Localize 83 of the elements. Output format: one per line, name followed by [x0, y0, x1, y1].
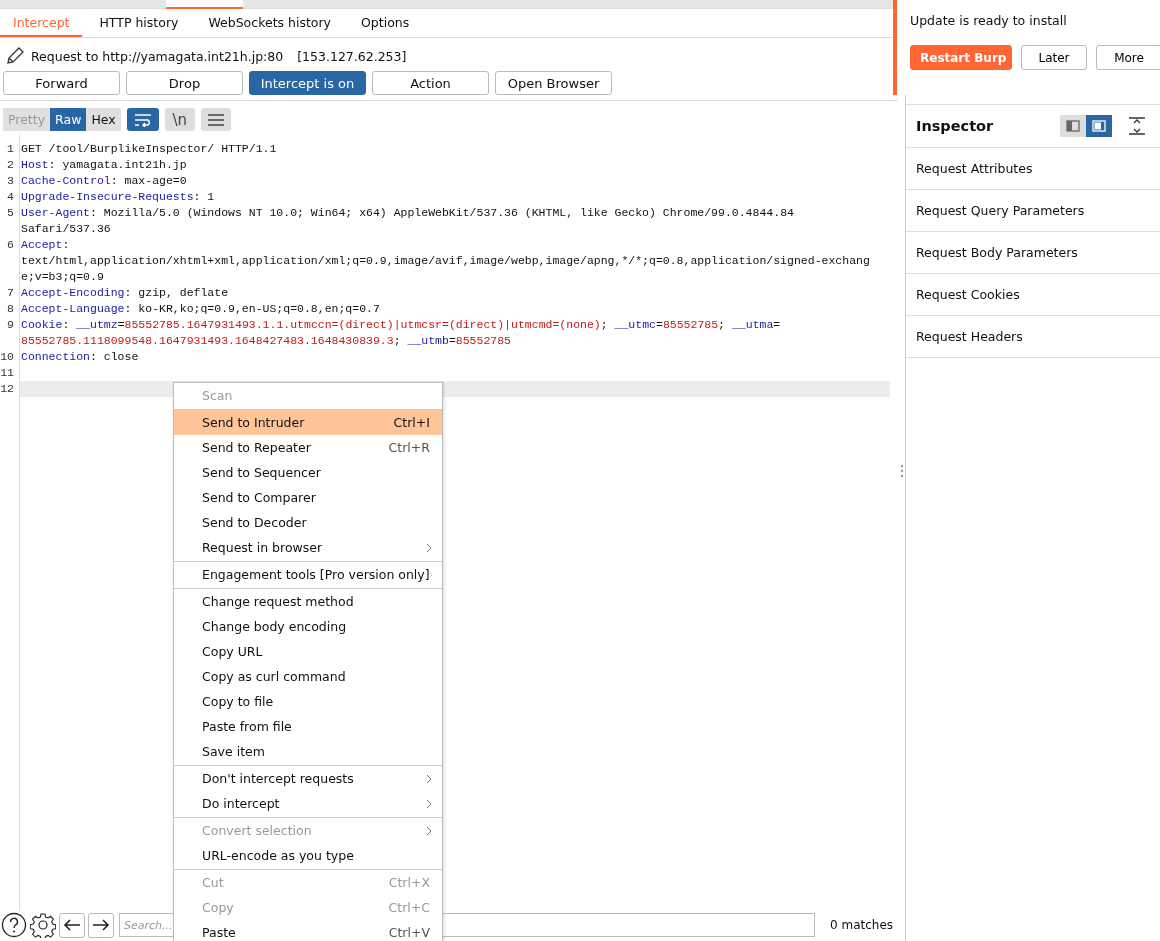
view-tab[interactable]: Raw: [50, 108, 87, 131]
settings-icon[interactable]: [30, 912, 56, 938]
line-number: 12: [0, 381, 15, 397]
notification-message: Update is ready to install: [910, 13, 1068, 28]
arrow-right-icon: [92, 918, 110, 932]
line-number: 7: [6, 285, 15, 301]
notification-button[interactable]: Later: [1021, 45, 1087, 70]
menu-item[interactable]: Send to Sequencer: [174, 460, 442, 485]
inspector-section[interactable]: Request Attributes: [906, 148, 1160, 190]
inspector-title: Inspector: [916, 118, 995, 134]
code-line: User-Agent: Mozilla/5.0 (Windows NT 10.0; Win64; x64) AppleWebKit/537.36 (KHTML, like Gecko) Chrome/99.0.4844.84: [21, 206, 794, 219]
arrow-left-icon: [63, 918, 81, 932]
action-button[interactable]: Forward: [3, 71, 120, 95]
layout-icon: [1092, 120, 1106, 132]
code-line: Upgrade-Insecure-Requests: 1: [21, 190, 215, 203]
menu-item[interactable]: Request in browser: [174, 535, 442, 560]
line-number: 3: [6, 173, 15, 189]
menu-item[interactable]: Save item: [174, 739, 442, 764]
code-line: e;v=b3;q=0.9: [21, 270, 104, 283]
code-line: 85552785.1118099548.1647931493.1648427483.1648430839.3; __utmb=85552785: [21, 334, 512, 347]
menu-item[interactable]: Copy to file: [174, 689, 442, 714]
line-number: 2: [6, 157, 15, 173]
code-line: Connection: close: [21, 350, 139, 363]
inspector-section[interactable]: Request Headers: [906, 316, 1160, 358]
inspector-section[interactable]: Request Query Parameters: [906, 190, 1160, 232]
request-ip: [153.127.62.253]: [297, 48, 407, 64]
inspector-section[interactable]: Request Cookies: [906, 274, 1160, 316]
line-number: 4: [6, 189, 15, 205]
line-number: 8: [6, 301, 15, 317]
wrap-lines-button[interactable]: [126, 108, 159, 131]
line-number: 9: [6, 317, 15, 333]
menu-item[interactable]: Send to Intruder Ctrl+I: [174, 410, 442, 435]
menu-item[interactable]: Send to Repeater Ctrl+R: [174, 435, 442, 460]
request-target: Request to http://yamagata.int21h.jp:80: [31, 48, 284, 64]
menu-item[interactable]: URL-encode as you type: [174, 843, 442, 868]
action-button[interactable]: Drop: [126, 71, 243, 95]
proxy-tab[interactable]: WebSockets history: [195, 9, 344, 37]
layout-icon: [1066, 120, 1080, 132]
menu-item[interactable]: Change request method: [174, 589, 442, 614]
proxy-tab[interactable]: HTTP history: [86, 9, 192, 37]
menu-item[interactable]: Don't intercept requests: [174, 766, 442, 791]
view-tab[interactable]: Hex: [86, 108, 121, 131]
code-line: GET /tool/BurplikeInspector/ HTTP/1.1: [21, 142, 277, 155]
code-line: text/html,application/xhtml+xml,application/xml;q=0.9,image/avif,image/webp,image/apng,*/*;q=0.8,application/signed-exchang: [21, 254, 870, 267]
line-number: 6: [6, 237, 15, 253]
code-line: Accept-Language: ko-KR,ko;q=0.9,en-US;q=0.8,en;q=0.7: [21, 302, 380, 315]
line-number: 11: [0, 365, 15, 381]
newline-toggle[interactable]: \n: [164, 108, 195, 131]
line-number: 1: [6, 141, 15, 157]
match-count: 0 matches: [830, 918, 894, 932]
code-line: Accept:: [21, 238, 70, 251]
line-number: 10: [0, 349, 15, 365]
action-button[interactable]: Intercept is on: [249, 71, 366, 95]
code-line: Safari/537.36: [21, 222, 111, 235]
left-panel-layout-button[interactable]: [1060, 115, 1086, 137]
inspector-section[interactable]: Request Body Parameters: [906, 232, 1160, 274]
help-icon[interactable]: [1, 912, 27, 938]
menu-item[interactable]: Send to Decoder: [174, 510, 442, 535]
menu-item[interactable]: Do intercept: [174, 791, 442, 816]
menu-item[interactable]: Copy URL: [174, 639, 442, 664]
menu-item[interactable]: Send to Comparer: [174, 485, 442, 510]
collapse-icon[interactable]: [1128, 117, 1146, 135]
action-button[interactable]: Open Browser: [495, 71, 612, 95]
right-panel-layout-button[interactable]: [1086, 115, 1112, 137]
code-line: Host: yamagata.int21h.jp: [21, 158, 187, 171]
code-line: Accept-Encoding: gzip, deflate: [21, 286, 229, 299]
code-line: Cookie: __utmz=85552785.1647931493.1.1.utmccn=(direct)|utmcsr=(direct)|utmcmd=(none); __utmc=85552785; __utma=: [21, 318, 781, 331]
action-button[interactable]: Action: [372, 71, 489, 95]
line-number: 5: [6, 205, 15, 221]
menu-item[interactable]: Paste from file: [174, 714, 442, 739]
menu-button[interactable]: [200, 108, 231, 131]
menu-icon: [206, 112, 225, 127]
forward-button[interactable]: [88, 912, 114, 938]
menu-item[interactable]: Engagement tools [Pro version only]: [174, 562, 442, 587]
menu-item[interactable]: Copy as curl command: [174, 664, 442, 689]
back-button[interactable]: [59, 912, 85, 938]
code-line: Cache-Control: max-age=0: [21, 174, 187, 187]
pencil-icon: [5, 46, 25, 66]
splitter-handle-icon[interactable]: [899, 463, 904, 478]
wrap-icon: [132, 112, 153, 127]
proxy-tab[interactable]: Options: [348, 9, 423, 37]
menu-item[interactable]: Change body encoding: [174, 614, 442, 639]
notification-button[interactable]: More: [1096, 45, 1160, 70]
